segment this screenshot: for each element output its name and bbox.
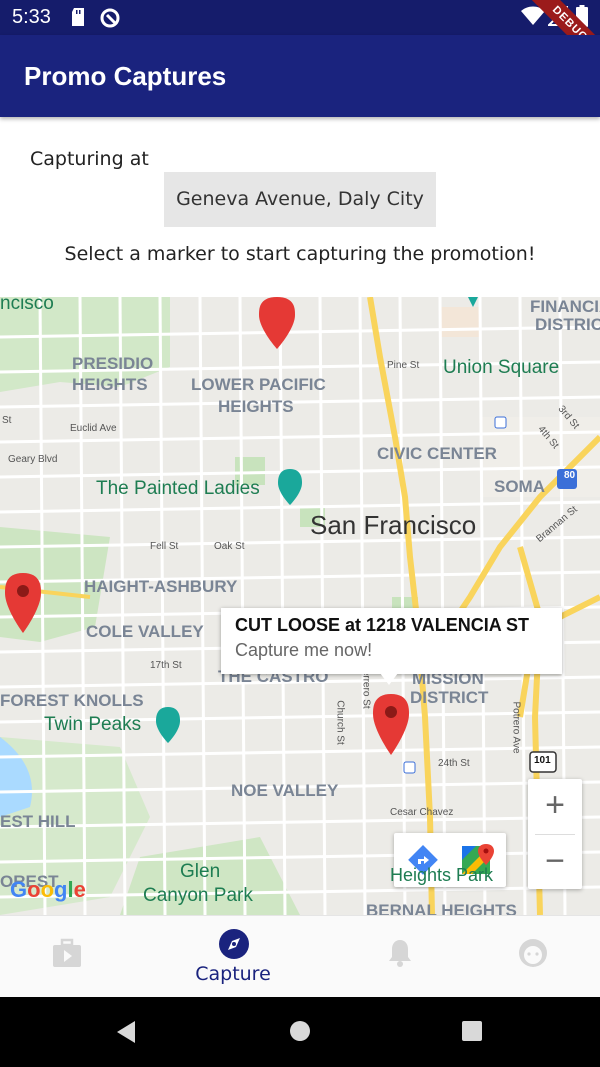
- map-label-church-st: Church St: [334, 700, 346, 745]
- map-label-san-francisco: San Francisco: [310, 510, 477, 540]
- map-label-cesar-chavez: Cesar Chavez: [390, 807, 454, 818]
- info-window-tail: [380, 673, 398, 685]
- map-label-noe-valley: NOE VALLEY: [231, 781, 339, 800]
- map-label-bernal-heights: BERNAL HEIGHTS: [366, 901, 517, 915]
- zoom-out-button[interactable]: −: [528, 835, 582, 890]
- map-label-hwy-101: 101: [534, 755, 551, 766]
- map-label-soma: SOMA: [494, 477, 545, 496]
- info-window-subtitle: Capture me now!: [235, 640, 373, 660]
- info-window-title: CUT LOOSE at 1218 VALENCIA ST: [235, 615, 530, 635]
- marker-info-window[interactable]: CUT LOOSE at 1218 VALENCIA ST Capture me…: [221, 608, 562, 674]
- location-chip[interactable]: Geneva Avenue, Daly City: [164, 172, 436, 227]
- nav-item-notifications[interactable]: [325, 916, 475, 998]
- map-label-glen: Glen: [180, 861, 221, 882]
- home-icon[interactable]: [289, 1020, 311, 1046]
- map-label-forest-knolls: FOREST KNOLLS: [0, 691, 144, 710]
- google-logo: Google: [10, 877, 86, 902]
- map-label-painted-ladies: The Painted Ladies: [96, 478, 260, 499]
- capturing-label: Capturing at: [30, 148, 149, 170]
- recents-icon[interactable]: [462, 1021, 482, 1045]
- map-label-est-hill: EST HILL: [0, 812, 76, 831]
- map-label-24th-st: 24th St: [438, 758, 470, 769]
- page-title: Promo Captures: [24, 61, 227, 91]
- map-label-presidio-heights: HEIGHTS: [72, 375, 148, 394]
- map-label-haight-ashbury: HAIGHT-ASHBURY: [84, 577, 238, 596]
- bell-icon: [387, 938, 413, 972]
- nav-item-profile[interactable]: [458, 916, 600, 998]
- briefcase-play-icon: [52, 938, 82, 972]
- nav-item-capture[interactable]: Capture: [158, 916, 308, 998]
- sd-card-icon: [70, 7, 86, 31]
- map-label-francisco: ncisco: [0, 297, 54, 314]
- app-screen: 5:33 DEBUG Promo Captures Capturing at G…: [0, 0, 600, 1067]
- map-label-euclid-ave: Euclid Ave: [70, 423, 117, 434]
- map-label-union-square: Union Square: [443, 357, 560, 378]
- back-icon[interactable]: [115, 1020, 137, 1048]
- map-label-17th-st: 17th St: [150, 660, 182, 671]
- app-bar: Promo Captures: [0, 35, 600, 117]
- nav-item-promos[interactable]: [0, 916, 150, 998]
- map-label-heights-park: Heights Park: [390, 865, 494, 885]
- map-label-pine-st: Pine St: [387, 360, 420, 371]
- zoom-in-button[interactable]: +: [528, 779, 582, 834]
- map-label-potrero-ave: Potrero Ave: [510, 701, 522, 754]
- map-label-hwy-80: 80: [564, 470, 576, 481]
- map-label-geary-blvd: Geary Blvd: [8, 454, 58, 465]
- map-label-financial-district: DISTRICT: [535, 315, 600, 334]
- map-label-oak-st: Oak St: [214, 541, 245, 552]
- map-view[interactable]: ncisco FINANCIAL DISTRICT PRESIDIO HEIGH…: [0, 297, 600, 915]
- map-label-lower-pacific: LOWER PACIFIC: [191, 375, 326, 394]
- map-label-cole-valley: COLE VALLEY: [86, 622, 204, 641]
- map-label-twin-peaks: Twin Peaks: [44, 714, 142, 735]
- map-label-mission-district: DISTRICT: [410, 688, 489, 707]
- compass-icon: [219, 929, 249, 963]
- nav-label-capture: Capture: [195, 963, 271, 985]
- map-label-financial: FINANCIAL: [530, 297, 600, 316]
- map-label-civic-center: CIVIC CENTER: [377, 444, 497, 463]
- sync-icon: [99, 7, 121, 33]
- bottom-navigation: Capture: [0, 915, 600, 997]
- map-label-canyon-park: Canyon Park: [143, 885, 253, 906]
- status-time: 5:33: [12, 6, 51, 28]
- map-label-st: St: [2, 415, 12, 426]
- system-navigation-bar: [0, 997, 600, 1067]
- zoom-controls: + −: [528, 779, 582, 889]
- map-label-lower-heights: HEIGHTS: [218, 397, 294, 416]
- map-label-presidio: PRESIDIO: [72, 354, 154, 373]
- face-icon: [518, 938, 548, 972]
- map-label-fell-st: Fell St: [150, 541, 179, 552]
- status-bar: 5:33 DEBUG: [0, 0, 600, 74]
- instruction-text: Select a marker to start capturing the p…: [64, 243, 536, 265]
